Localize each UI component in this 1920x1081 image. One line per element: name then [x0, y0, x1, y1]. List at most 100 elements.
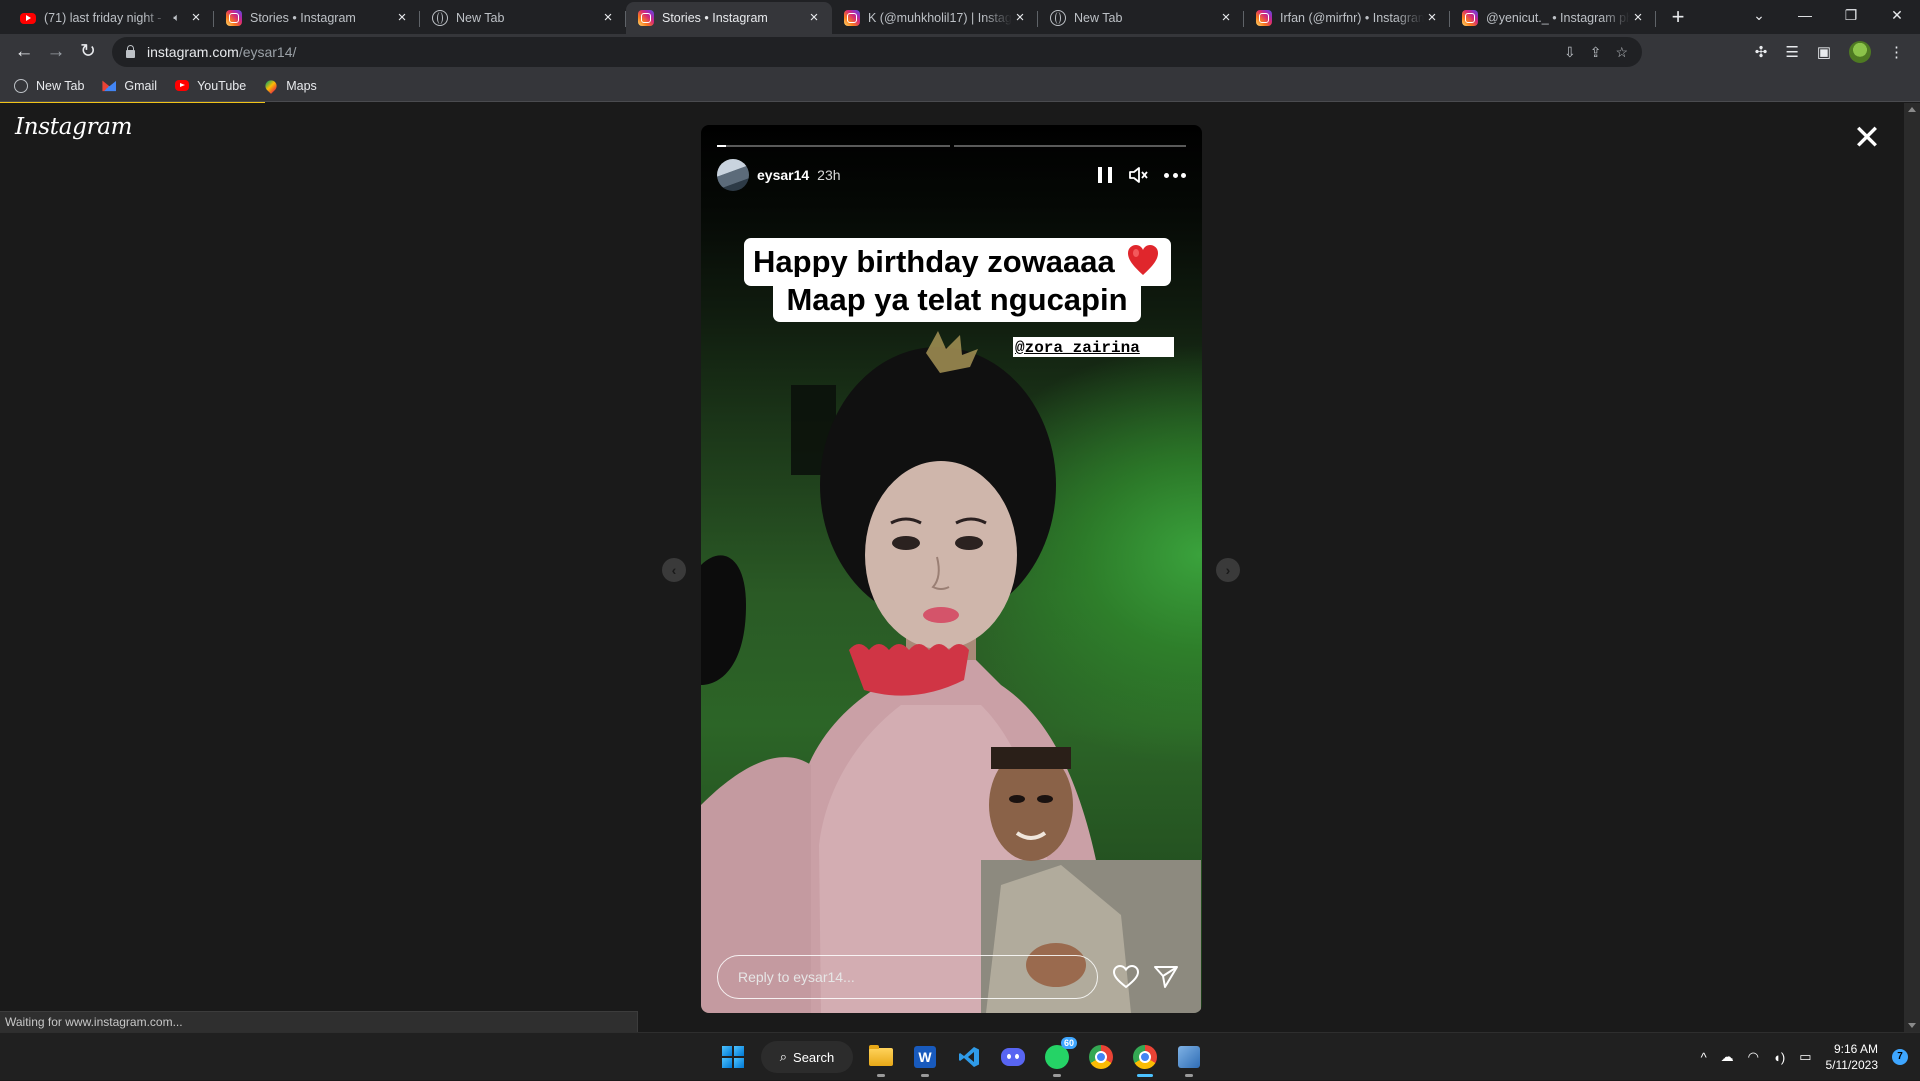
chrome-menu-icon[interactable]: ⋮ [1889, 43, 1904, 61]
app-tool-icon [1178, 1046, 1200, 1068]
vscode-button[interactable] [953, 1041, 985, 1073]
close-tab-icon[interactable]: × [188, 10, 204, 26]
previous-story-button[interactable]: ‹ [662, 558, 686, 582]
story-username[interactable]: eysar14 [757, 167, 809, 183]
instagram-icon [226, 10, 242, 26]
scroll-up-arrow[interactable] [1908, 107, 1916, 112]
scroll-down-arrow[interactable] [1908, 1023, 1916, 1028]
close-story-button[interactable]: ✕ [1852, 121, 1882, 155]
globe-icon [432, 10, 448, 26]
lock-icon[interactable] [126, 45, 135, 58]
back-button[interactable]: ← [8, 36, 40, 68]
muted-speaker-icon[interactable] [1128, 166, 1148, 184]
tab-title: New Tab [456, 11, 505, 25]
next-story-button[interactable]: › [1216, 558, 1240, 582]
tab-title: Stories • Instagram [662, 11, 768, 25]
taskbar-apps: ⌕ Search W 60 [717, 1037, 1205, 1077]
system-tray: ^ ☁ ◠ ◖) ▭ 9:16 AM 5/11/2023 7 [1701, 1033, 1908, 1081]
page-scrollbar[interactable] [1904, 103, 1920, 1032]
browser-tab[interactable]: New Tab × [420, 2, 626, 34]
share-icon[interactable]: ⇪ [1590, 44, 1602, 61]
instagram-icon [844, 10, 860, 26]
more-options-icon[interactable] [1164, 172, 1186, 178]
url-text[interactable]: instagram.com/eysar14/ [147, 44, 296, 60]
instagram-icon [1462, 10, 1478, 26]
address-bar[interactable]: instagram.com/eysar14/ ⇩ ⇪ ☆ [112, 37, 1642, 67]
red-heart-icon [1128, 245, 1158, 275]
chrome-button[interactable] [1085, 1041, 1117, 1073]
bookmark-star-icon[interactable]: ☆ [1615, 44, 1628, 61]
bookmark-maps[interactable]: Maps [263, 77, 317, 94]
chevron-up-icon[interactable]: ^ [1701, 1050, 1707, 1065]
like-heart-icon[interactable] [1113, 965, 1139, 989]
wifi-icon[interactable]: ◠ [1748, 1049, 1759, 1065]
close-tab-icon[interactable]: × [1012, 10, 1028, 26]
instagram-logo[interactable]: Instagram [15, 114, 133, 140]
browser-tab[interactable]: K (@muhkholil17) | Instagr × [832, 2, 1038, 34]
tab-audio-icon[interactable]: 🔈︎ [173, 12, 180, 25]
bookmark-gmail[interactable]: Gmail [102, 79, 157, 93]
maps-icon [263, 77, 280, 94]
progress-segment [953, 145, 1186, 147]
story-card[interactable]: eysar14 23h Happy birthday zowaaaa Maap … [701, 125, 1202, 1013]
minimize-button[interactable]: — [1782, 7, 1828, 23]
new-tab-button[interactable]: + [1664, 4, 1692, 32]
taskbar-search-button[interactable]: ⌕ Search [761, 1041, 853, 1073]
window-controls: ⌄ — ❐ ✕ [1736, 0, 1920, 30]
battery-icon[interactable]: ▭ [1799, 1049, 1811, 1065]
close-tab-icon[interactable]: × [806, 10, 822, 26]
close-window-button[interactable]: ✕ [1874, 7, 1920, 24]
close-tab-icon[interactable]: × [394, 10, 410, 26]
discord-icon [1001, 1048, 1025, 1066]
chrome-profile-button[interactable] [1129, 1041, 1161, 1077]
tab-title: Stories • Instagram [250, 11, 356, 25]
url-path: /eysar14/ [238, 44, 297, 60]
file-explorer-button[interactable] [865, 1041, 897, 1077]
whatsapp-button[interactable]: 60 [1041, 1037, 1077, 1077]
reply-input[interactable] [717, 955, 1098, 999]
close-tab-icon[interactable]: × [1424, 10, 1440, 26]
bookmark-youtube[interactable]: YouTube [175, 79, 246, 93]
discord-button[interactable] [997, 1041, 1029, 1073]
browser-tab[interactable]: @yenicut._ • Instagram ph × [1450, 2, 1656, 34]
browser-tab[interactable]: (71) last friday night - 🔈︎ × [8, 2, 214, 34]
close-tab-icon[interactable]: × [1630, 10, 1646, 26]
story-timestamp: 23h [817, 167, 841, 183]
notification-count[interactable]: 7 [1892, 1049, 1908, 1065]
browser-toolbar: ← → ↻ instagram.com/eysar14/ ⇩ ⇪ ☆ ✣ ☰ ▣… [0, 34, 1920, 70]
browser-tab[interactable]: Stories • Instagram × [626, 2, 832, 34]
globe-icon [14, 78, 28, 93]
tab-search-icon[interactable]: ⌄ [1736, 7, 1782, 24]
word-icon: W [914, 1046, 936, 1068]
clock[interactable]: 9:16 AM 5/11/2023 [1826, 1041, 1879, 1073]
reading-list-icon[interactable]: ☰ [1785, 43, 1798, 61]
browser-tab[interactable]: New Tab × [1038, 2, 1244, 34]
browser-tab[interactable]: Irfan (@mirfnr) • Instagram × [1244, 2, 1450, 34]
start-button[interactable] [717, 1041, 749, 1073]
restore-button[interactable]: ❐ [1828, 7, 1874, 24]
omnibox-actions: ⇩ ⇪ ☆ [1564, 44, 1628, 61]
clock-date: 5/11/2023 [1825, 1058, 1879, 1072]
share-direct-icon[interactable] [1153, 965, 1179, 989]
reload-button[interactable]: ↻ [72, 36, 104, 68]
mention-tag[interactable]: @zora_zairina [1013, 337, 1174, 357]
extensions-icon[interactable]: ✣ [1755, 43, 1768, 61]
forward-button[interactable]: → [40, 36, 72, 68]
pause-icon[interactable] [1098, 167, 1112, 183]
globe-icon [1050, 10, 1066, 26]
cloud-icon[interactable]: ☁ [1721, 1049, 1734, 1065]
story-avatar[interactable] [717, 159, 749, 191]
install-app-icon[interactable]: ⇩ [1564, 44, 1576, 61]
word-button[interactable]: W [909, 1041, 941, 1077]
volume-icon[interactable]: ◖) [1773, 1050, 1785, 1065]
whatsapp-badge: 60 [1060, 1037, 1077, 1049]
tab-title: (71) last friday night - [44, 11, 162, 25]
close-tab-icon[interactable]: × [1218, 10, 1234, 26]
vscode-icon [959, 1047, 979, 1067]
bookmark-new-tab[interactable]: New Tab [14, 78, 84, 93]
browser-tab[interactable]: Stories • Instagram × [214, 2, 420, 34]
profile-avatar[interactable] [1849, 41, 1871, 63]
side-panel-icon[interactable]: ▣ [1817, 43, 1831, 61]
tool-app-button[interactable] [1173, 1041, 1205, 1077]
close-tab-icon[interactable]: × [600, 10, 616, 26]
